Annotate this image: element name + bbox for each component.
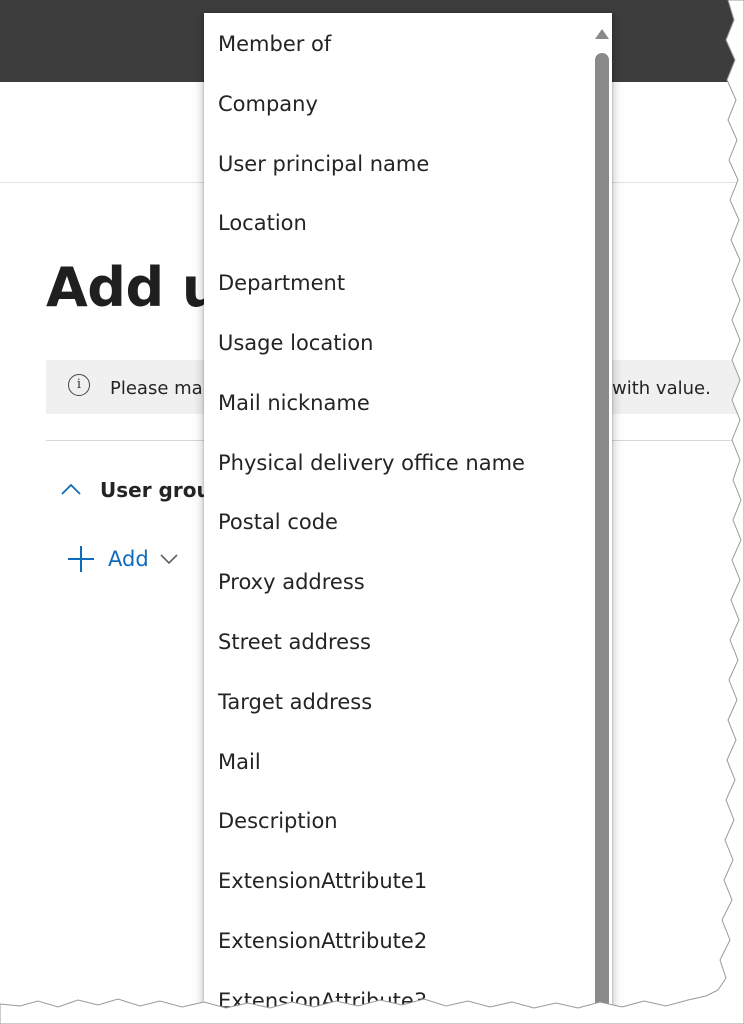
dropdown-option[interactable]: Location	[204, 194, 592, 254]
dropdown-option[interactable]: Proxy address	[204, 553, 592, 613]
dropdown-option[interactable]: Physical delivery office name	[204, 434, 592, 494]
plus-icon	[68, 546, 94, 572]
dropdown-option[interactable]: ExtensionAttribute1	[204, 852, 592, 912]
dropdown-option[interactable]: ExtensionAttribute3	[204, 972, 592, 1024]
dropdown-option[interactable]: Mail	[204, 733, 592, 793]
dropdown-option[interactable]: Company	[204, 75, 592, 135]
add-button[interactable]: Add	[66, 542, 179, 576]
dropdown-options: Member of Company User principal name Lo…	[204, 15, 592, 1024]
dropdown-option[interactable]: Street address	[204, 613, 592, 673]
screenshot-canvas: Add u i Please mal with value. User grou…	[0, 0, 744, 1024]
scroll-thumb[interactable]	[595, 53, 609, 1024]
scroll-up-arrow-icon[interactable]	[595, 29, 609, 39]
section-label: User grou	[100, 478, 211, 502]
user-groups-section-toggle[interactable]: User grou	[60, 476, 211, 504]
dropdown-option[interactable]: User principal name	[204, 135, 592, 195]
dropdown-option[interactable]: Usage location	[204, 314, 592, 374]
dropdown-option[interactable]: ExtensionAttribute2	[204, 912, 592, 972]
dropdown-option[interactable]: Department	[204, 254, 592, 314]
page-title: Add u	[46, 256, 220, 319]
chevron-up-icon	[61, 483, 81, 495]
dropdown-option[interactable]: Description	[204, 792, 592, 852]
add-button-label: Add	[108, 547, 149, 571]
info-message-text-end: with value.	[612, 378, 711, 399]
dropdown-option[interactable]: Postal code	[204, 493, 592, 553]
dropdown-option[interactable]: Target address	[204, 673, 592, 733]
attribute-dropdown-list[interactable]: Member of Company User principal name Lo…	[204, 13, 612, 1024]
dropdown-option[interactable]: Member of	[204, 15, 592, 75]
chevron-down-icon	[160, 554, 178, 565]
info-icon: i	[68, 374, 90, 396]
dropdown-scrollbar[interactable]	[592, 13, 612, 1024]
info-message-text: Please mal	[110, 378, 208, 399]
dropdown-option[interactable]: Mail nickname	[204, 374, 592, 434]
